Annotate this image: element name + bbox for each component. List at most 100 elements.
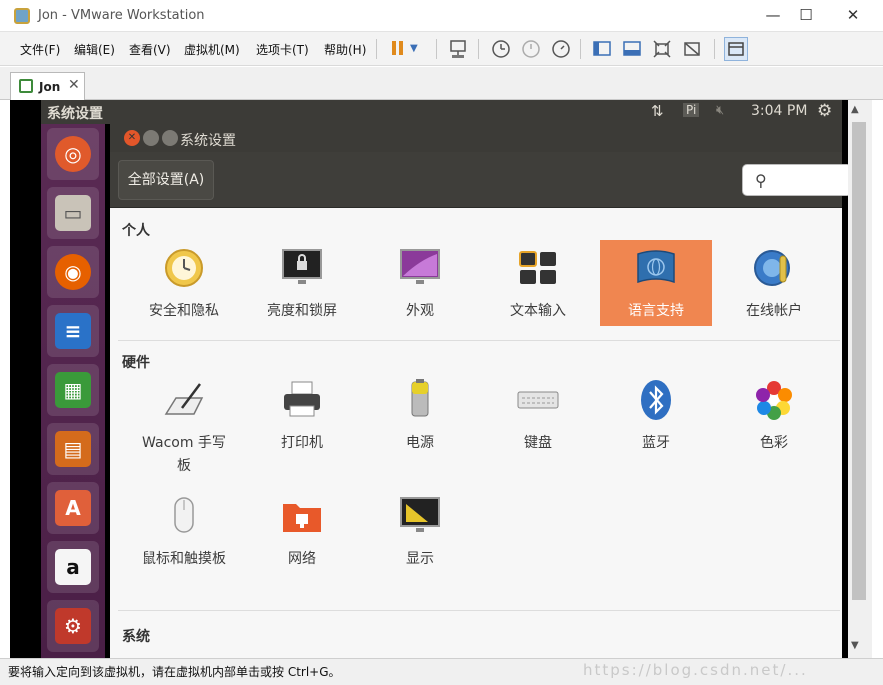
close-window-icon[interactable]: ✕ bbox=[124, 130, 140, 146]
item-bluetooth[interactable]: 蓝牙 bbox=[600, 372, 712, 458]
launcher-software[interactable]: A bbox=[47, 482, 99, 534]
item-mouse-touchpad[interactable]: 鼠标和触摸板 bbox=[128, 488, 240, 574]
launcher-files[interactable]: ▭ bbox=[47, 187, 99, 239]
item-appearance[interactable]: 外观 bbox=[364, 240, 476, 326]
item-label: 色彩 bbox=[760, 435, 788, 451]
menu-tabs[interactable]: 选项卡(T) bbox=[256, 41, 309, 58]
menu-file[interactable]: 文件(F) bbox=[20, 41, 60, 58]
item-network[interactable]: 网络 bbox=[246, 488, 358, 574]
flag-globe-icon bbox=[637, 250, 675, 284]
chevron-down-icon[interactable]: ▼ bbox=[410, 37, 434, 61]
firefox-icon: ◉ bbox=[64, 260, 82, 284]
launcher-dash[interactable]: ◎ bbox=[47, 128, 99, 180]
snapshot-manager-icon[interactable] bbox=[548, 37, 572, 61]
item-wacom-tablet[interactable]: Wacom 手写板 bbox=[128, 372, 240, 482]
scroll-up-icon[interactable]: ▲ bbox=[851, 104, 859, 115]
toolbar-separator bbox=[376, 39, 377, 59]
impress-icon: ▤ bbox=[63, 437, 83, 461]
input-method-indicator[interactable]: Pi bbox=[683, 103, 700, 117]
keyboard-icon bbox=[517, 391, 559, 409]
menu-edit[interactable]: 编辑(E) bbox=[74, 41, 115, 58]
status-message: 要将输入定向到该虚拟机，请在虚拟机内部单击或按 Ctrl+G。 bbox=[8, 665, 341, 679]
library-view-icon[interactable] bbox=[590, 37, 614, 61]
watermark: https://blog.csdn.net/... bbox=[583, 661, 808, 679]
item-brightness-lock[interactable]: 亮度和锁屏 bbox=[246, 240, 358, 326]
volume-muted-icon[interactable]: 🔇︎ bbox=[716, 103, 724, 118]
tab-jon[interactable]: Jon ✕ bbox=[10, 72, 85, 100]
status-bar: 要将输入定向到该虚拟机，请在虚拟机内部单击或按 Ctrl+G。 https://… bbox=[0, 658, 883, 685]
launcher-amazon[interactable]: a bbox=[47, 541, 99, 593]
ubuntu-logo-icon: ◎ bbox=[64, 142, 82, 166]
maximize-window-icon[interactable] bbox=[162, 130, 178, 146]
launcher-writer[interactable]: ≡ bbox=[47, 305, 99, 357]
unity-mode-icon[interactable] bbox=[680, 37, 704, 61]
toolbar-separator bbox=[436, 39, 437, 59]
menu-help[interactable]: 帮助(H) bbox=[324, 41, 366, 58]
item-language-support[interactable]: 语言支持 bbox=[600, 240, 712, 326]
settings-wrench-icon: ⚙ bbox=[64, 614, 82, 638]
divider bbox=[118, 340, 840, 341]
launcher-impress[interactable]: ▤ bbox=[47, 423, 99, 475]
ubuntu-launcher: ◎ ▭ ◉ ≡ ▦ ▤ A a ⚙ bbox=[41, 124, 105, 658]
item-printers[interactable]: 打印机 bbox=[246, 372, 358, 458]
mouse-icon bbox=[174, 497, 194, 533]
console-view-icon[interactable] bbox=[620, 37, 644, 61]
item-color[interactable]: 色彩 bbox=[718, 372, 830, 458]
maximize-button[interactable]: ☐ bbox=[786, 0, 826, 32]
item-keyboard[interactable]: 键盘 bbox=[482, 372, 594, 458]
toolbar-separator bbox=[580, 39, 581, 59]
launcher-firefox[interactable]: ◉ bbox=[47, 246, 99, 298]
launcher-system-settings[interactable]: ⚙ bbox=[47, 600, 99, 652]
color-flower-icon bbox=[756, 381, 792, 420]
item-displays[interactable]: 显示 bbox=[364, 488, 476, 574]
ubuntu-panel-title: 系统设置 bbox=[47, 106, 103, 122]
menu-view[interactable]: 查看(V) bbox=[129, 41, 171, 58]
snapshot-icon[interactable] bbox=[488, 37, 512, 61]
launcher-calc[interactable]: ▦ bbox=[47, 364, 99, 416]
revert-snapshot-icon[interactable] bbox=[518, 37, 542, 61]
toolbar-separator bbox=[714, 39, 715, 59]
toolbar-separator bbox=[478, 39, 479, 59]
item-text-entry[interactable]: 文本输入 bbox=[482, 240, 594, 326]
item-security-privacy[interactable]: 安全和隐私 bbox=[128, 240, 240, 326]
search-input[interactable]: ⚲ bbox=[742, 164, 852, 196]
item-label: 电源 bbox=[406, 435, 434, 451]
item-power[interactable]: 电源 bbox=[364, 372, 476, 458]
section-hardware: 硬件 bbox=[122, 355, 150, 371]
files-icon: ▭ bbox=[63, 201, 83, 225]
calc-icon: ▦ bbox=[63, 378, 83, 402]
fullscreen-icon[interactable] bbox=[650, 37, 674, 61]
item-label: 打印机 bbox=[281, 435, 323, 451]
scroll-down-icon[interactable]: ▼ bbox=[851, 640, 859, 651]
clock[interactable]: 3:04 PM bbox=[751, 103, 807, 119]
thumbnail-view-icon[interactable] bbox=[724, 37, 748, 61]
vm-tab-row: Jon ✕ bbox=[0, 67, 883, 100]
window-titlebar: Jon - VMware Workstation — ☐ ✕ bbox=[0, 0, 883, 32]
vm-display[interactable]: 系统设置 ⇅ Pi 🔇︎ 3:04 PM ⚙ ◎ ▭ ◉ ≡ ▦ ▤ A a ⚙… bbox=[10, 100, 872, 658]
menu-vm[interactable]: 虚拟机(M) bbox=[184, 41, 240, 58]
section-system: 系统 bbox=[122, 629, 150, 645]
tab-close-icon[interactable]: ✕ bbox=[68, 77, 80, 93]
vm-scrollbar[interactable]: ▲ ▼ bbox=[848, 100, 872, 658]
pause-icon[interactable] bbox=[386, 37, 410, 61]
tab-label: Jon bbox=[39, 80, 61, 94]
writer-icon: ≡ bbox=[64, 319, 82, 343]
item-label: 安全和隐私 bbox=[149, 303, 219, 319]
item-label: 外观 bbox=[406, 303, 434, 319]
search-icon: ⚲ bbox=[755, 171, 767, 190]
scrollbar-thumb[interactable] bbox=[852, 122, 866, 600]
send-keys-icon[interactable] bbox=[446, 37, 470, 61]
amazon-icon: a bbox=[66, 555, 80, 579]
all-settings-button[interactable]: 全部设置(A) bbox=[118, 160, 214, 200]
minimize-window-icon[interactable] bbox=[143, 130, 159, 146]
battery-icon bbox=[411, 379, 429, 417]
item-online-accounts[interactable]: 在线帐户 bbox=[718, 240, 830, 326]
item-label: 在线帐户 bbox=[746, 303, 802, 319]
network-icon[interactable]: ⇅ bbox=[651, 102, 664, 120]
close-button[interactable]: ✕ bbox=[833, 0, 873, 32]
keyboard-keys-icon bbox=[519, 251, 556, 284]
printer-icon bbox=[284, 381, 320, 417]
item-label: 亮度和锁屏 bbox=[267, 303, 337, 319]
ubuntu-top-panel: 系统设置 ⇅ Pi 🔇︎ 3:04 PM ⚙ bbox=[41, 100, 842, 124]
gear-icon[interactable]: ⚙ bbox=[817, 101, 832, 121]
